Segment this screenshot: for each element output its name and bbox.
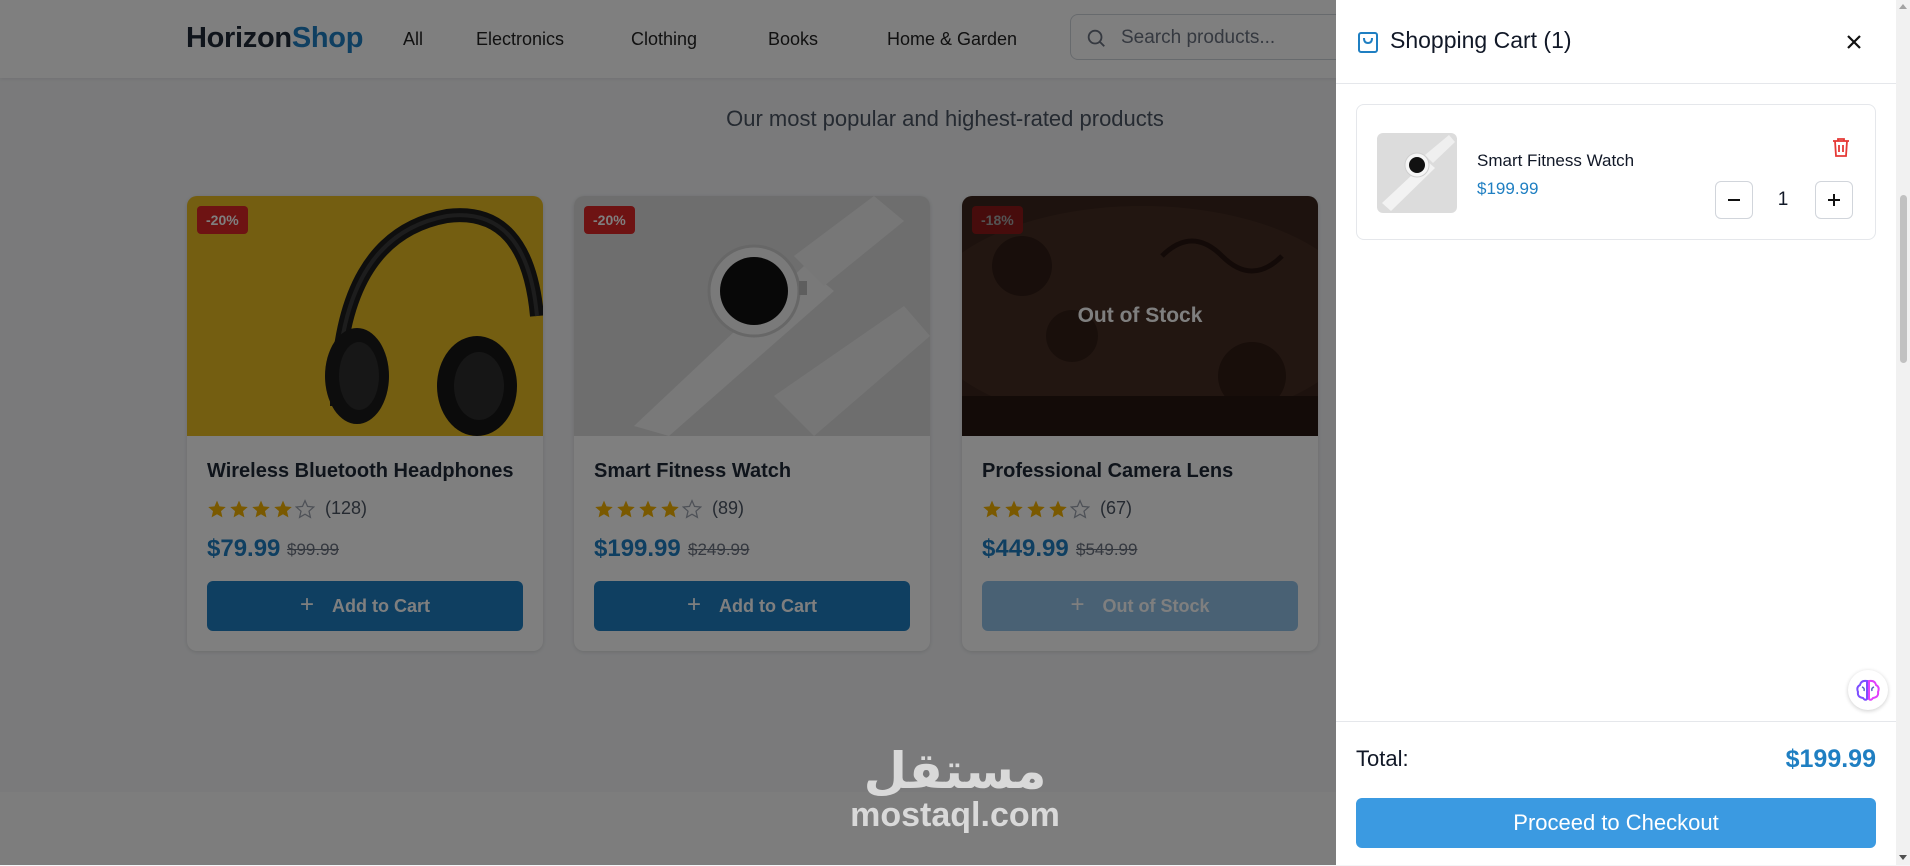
watermark-latin: mostaql.com: [850, 796, 1060, 834]
cart-item: Smart Fitness Watch $199.99 1: [1356, 104, 1876, 240]
total-label: Total:: [1356, 746, 1409, 771]
cart-header: Shopping Cart (1): [1336, 0, 1896, 84]
cart-drawer: Shopping Cart (1) Smart Fitness Watch $1…: [1336, 0, 1910, 865]
total-value: $199.99: [1785, 745, 1876, 773]
close-icon: [1847, 35, 1861, 49]
cart-footer: Total: $199.99 Proceed to Checkout: [1336, 721, 1896, 866]
scrollbar-track[interactable]: [1896, 0, 1910, 865]
decrease-quantity-button[interactable]: [1715, 181, 1753, 219]
scroll-down-arrow[interactable]: [1899, 855, 1907, 860]
watermark-arabic: مستقل: [863, 743, 1047, 799]
cart-item-price: $199.99: [1477, 179, 1539, 198]
ai-assistant-button[interactable]: [1848, 670, 1888, 710]
remove-item-button[interactable]: [1832, 137, 1850, 162]
trash-icon: [1833, 138, 1849, 157]
scroll-up-arrow[interactable]: [1899, 4, 1907, 9]
quantity-value: 1: [1777, 189, 1789, 210]
shopping-bag-icon: [1358, 32, 1378, 53]
cart-item-image: [1377, 133, 1457, 213]
close-cart-button[interactable]: [1838, 26, 1870, 58]
cart-title: Shopping Cart (1): [1390, 27, 1572, 53]
plus-icon: [1828, 194, 1840, 206]
checkout-button[interactable]: Proceed to Checkout: [1356, 798, 1876, 848]
minus-icon: [1728, 199, 1740, 201]
modal-backdrop[interactable]: [0, 0, 1336, 865]
increase-quantity-button[interactable]: [1815, 181, 1853, 219]
watermark: مستقل mostaql.com: [840, 745, 1070, 833]
cart-item-name: Smart Fitness Watch: [1477, 151, 1635, 170]
brain-icon: [1856, 679, 1880, 701]
scrollbar-thumb[interactable]: [1900, 195, 1907, 363]
